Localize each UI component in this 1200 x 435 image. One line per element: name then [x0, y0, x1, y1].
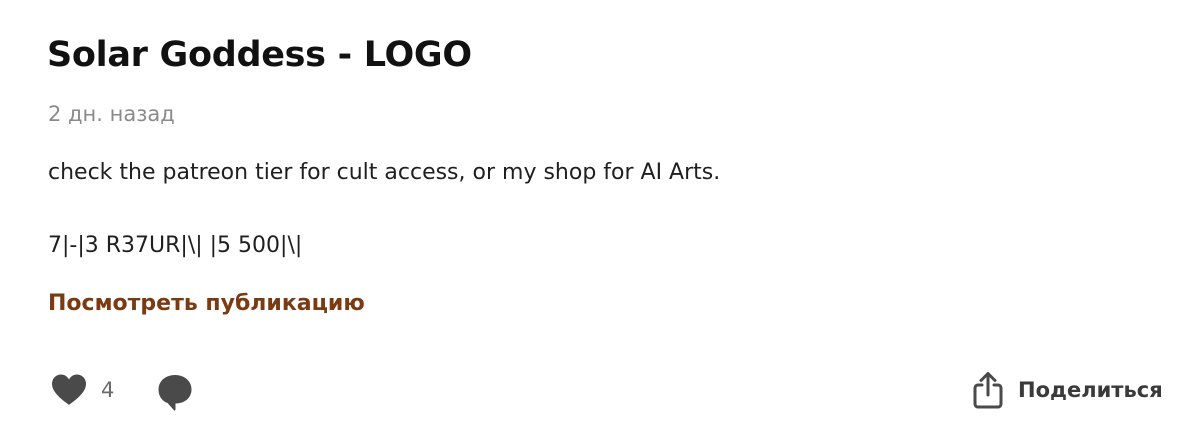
comment-button[interactable] [156, 372, 194, 412]
comment-bubble-icon [156, 372, 194, 412]
heart-icon [50, 373, 88, 407]
post-card: Solar Goddess - LOGO 2 дн. назад check t… [0, 0, 1200, 435]
post-actions-bar: 4 Поделиться [0, 366, 1200, 414]
share-label: Поделиться [1018, 378, 1163, 402]
post-timestamp: 2 дн. назад [48, 102, 175, 126]
post-body-line: 7|-|3 R37UR|\| |5 500|\| [48, 233, 303, 258]
share-button[interactable]: Поделиться [972, 370, 1163, 410]
post-title: Solar Goddess - LOGO [47, 35, 472, 75]
like-button[interactable]: 4 [50, 372, 114, 408]
like-count: 4 [101, 378, 115, 402]
share-icon [972, 371, 1004, 409]
post-body-line: check the patreon tier for cult access, … [48, 160, 721, 185]
view-post-link[interactable]: Посмотреть публикацию [48, 290, 365, 318]
